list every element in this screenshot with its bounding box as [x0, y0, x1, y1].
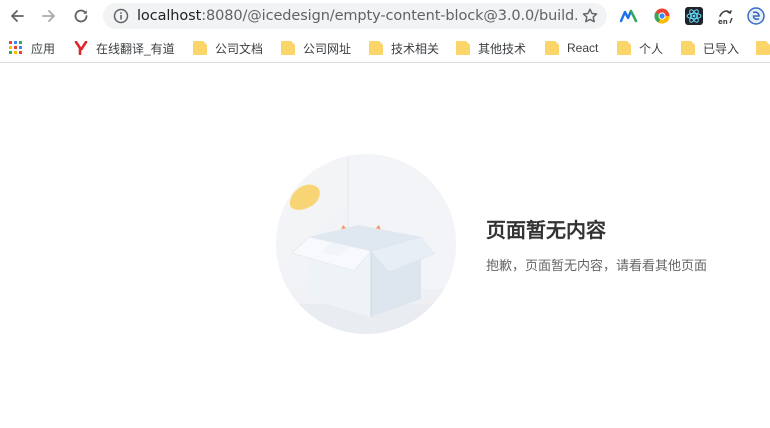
bookmark-label: 在线翻译_有道 — [96, 41, 175, 56]
folder-icon — [545, 41, 559, 55]
svg-text:en: en — [718, 18, 728, 25]
folder-icon — [756, 41, 770, 55]
reload-icon — [74, 9, 88, 23]
bookmark-label: React — [567, 41, 599, 55]
forward-arrow-icon — [42, 10, 55, 22]
folder-icon — [281, 41, 295, 55]
bookmark-folder-tech[interactable]: 技术相关 — [369, 39, 439, 57]
bookmark-label: 个人 — [639, 41, 664, 56]
edge-extension-icon[interactable] — [746, 6, 766, 26]
address-bar[interactable]: localhost:8080/@icedesign/empty-content-… — [103, 3, 607, 29]
bookmark-label: 已导入 — [703, 41, 740, 56]
bookmark-label: 公司文档 — [215, 41, 264, 56]
bookmark-label: 技术相关 — [391, 41, 440, 56]
translate-extension-icon[interactable]: en — [716, 6, 736, 26]
bookmark-star-icon[interactable] — [581, 7, 599, 25]
apps-grid-icon — [9, 41, 22, 54]
bookmark-label: 应用 — [31, 41, 56, 56]
bookmark-folder-sites[interactable]: 公司网址 — [281, 39, 351, 57]
site-info-icon[interactable] — [113, 8, 129, 24]
empty-title: 页面暂无内容 — [486, 220, 606, 242]
bookmark-folder-react[interactable]: React — [545, 39, 598, 57]
back-arrow-icon — [11, 10, 24, 22]
youdao-icon — [74, 41, 88, 55]
bookmark-youdao[interactable]: 在线翻译_有道 — [74, 39, 175, 57]
folder-icon — [369, 41, 383, 55]
forward-button[interactable] — [37, 5, 61, 27]
bookmark-label: 公司网址 — [303, 41, 352, 56]
back-button[interactable] — [5, 5, 29, 27]
folder-icon — [681, 41, 695, 55]
bookmark-folder-overflow[interactable] — [756, 39, 770, 57]
bookmark-folder-docs[interactable]: 公司文档 — [193, 39, 263, 57]
cat-in-box-illustration — [276, 154, 456, 334]
bookmark-folder-other-tech[interactable]: 其他技术 — [456, 39, 526, 57]
reload-button[interactable] — [69, 5, 93, 27]
chrome-colorful-extension-icon[interactable] — [652, 6, 672, 26]
folder-icon — [456, 41, 470, 55]
bookmarks-bar: 应用 在线翻译_有道 公司文档 公司网址 技术相关 其他技术 React 个人 … — [0, 33, 770, 63]
browser-toolbar: localhost:8080/@icedesign/empty-content-… — [0, 0, 770, 33]
bookmark-apps[interactable]: 应用 — [9, 39, 55, 57]
url-text[interactable]: localhost:8080/@icedesign/empty-content-… — [137, 3, 577, 29]
bookmark-folder-imported[interactable]: 已导入 — [681, 39, 739, 57]
bookmark-folder-personal[interactable]: 个人 — [617, 39, 663, 57]
bookmark-label: 其他技术 — [478, 41, 527, 56]
empty-description: 抱歉，页面暂无内容，请看看其他页面 — [486, 258, 708, 273]
folder-icon — [193, 41, 207, 55]
medium-extension-icon[interactable] — [619, 6, 639, 26]
react-devtools-icon[interactable] — [684, 6, 704, 26]
folder-icon — [617, 41, 631, 55]
